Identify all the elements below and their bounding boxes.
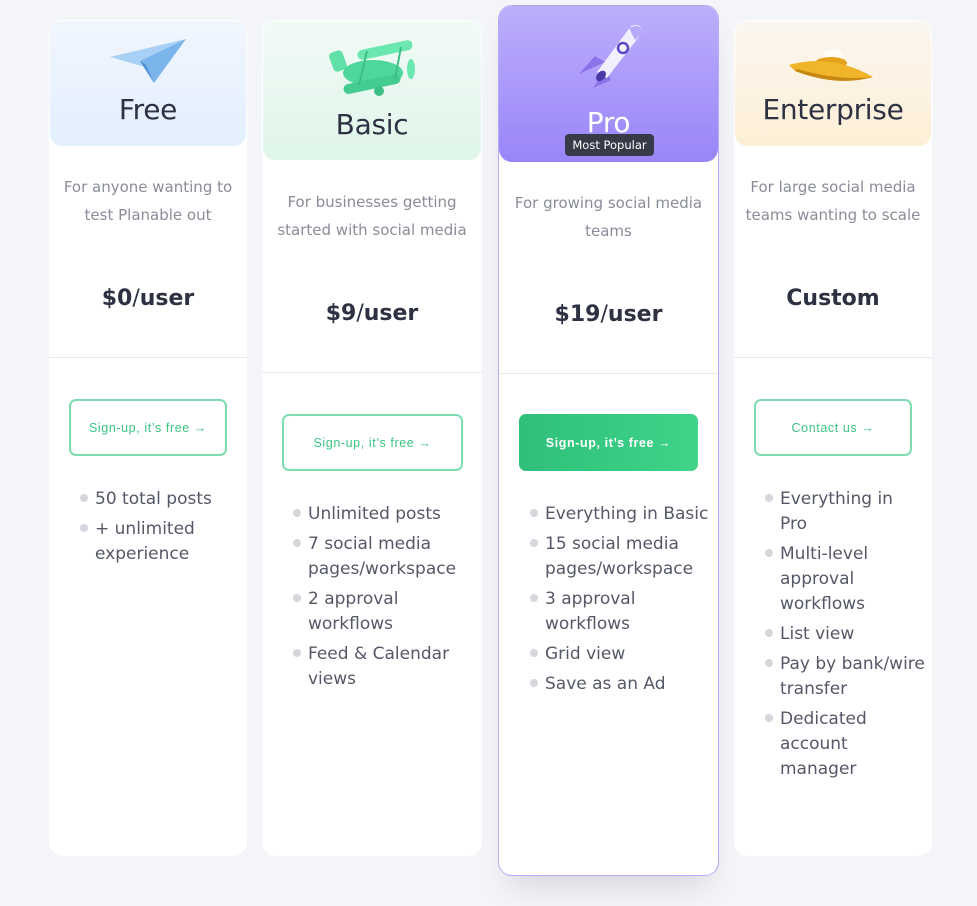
feature-text: Feed & Calendar views: [308, 644, 450, 689]
signup-button[interactable]: Sign-up, it’s free →: [282, 414, 463, 471]
feature-text: 2 approval workflows: [308, 589, 399, 634]
feature-list: Unlimited posts 7 social media pages/wor…: [293, 502, 478, 697]
feature-item: Save as an Ad: [530, 672, 716, 697]
feature-item: Feed & Calendar views: [293, 642, 478, 692]
price-amount: $0: [101, 286, 133, 311]
plan-description: For businesses getting started with soci…: [277, 193, 467, 239]
feature-item: 15 social media pages/workspace: [530, 532, 716, 582]
feature-text: Unlimited posts: [308, 504, 441, 524]
bullet-icon: [765, 549, 773, 557]
feature-text: Dedicated account manager: [780, 709, 867, 779]
bullet-icon: [530, 679, 538, 687]
bullet-icon: [765, 494, 773, 502]
plan-price: $9/user: [262, 301, 482, 326]
feature-text: 50 total posts: [95, 489, 212, 509]
plan-header-pro: Pro Most Popular: [499, 6, 718, 162]
feature-item: 2 approval workflows: [293, 587, 478, 637]
plan-price: Custom: [734, 286, 932, 311]
feature-text: Everything in Pro: [780, 489, 893, 534]
feature-list: 50 total posts + unlimited experience: [80, 487, 240, 572]
contact-us-button[interactable]: Contact us →: [754, 399, 912, 456]
price-amount: Custom: [786, 286, 880, 311]
feature-text: 15 social media pages/workspace: [545, 534, 694, 579]
feature-item: Grid view: [530, 642, 716, 667]
bullet-icon: [293, 509, 301, 517]
feature-text: 7 social media pages/workspace: [308, 534, 457, 579]
price-separator: /: [356, 301, 364, 326]
divider: [262, 372, 482, 373]
feature-text: Pay by bank/wire transfer: [780, 654, 925, 699]
bullet-icon: [530, 509, 538, 517]
signup-button[interactable]: Sign-up, it’s free →: [519, 414, 698, 471]
feature-text: Grid view: [545, 644, 626, 664]
plan-card-basic: Basic For businesses getting started wit…: [262, 20, 482, 856]
plan-price: $19/user: [499, 302, 718, 327]
paper-plane-icon: [110, 39, 186, 83]
plan-price: $0/user: [49, 286, 247, 311]
feature-text: 3 approval workflows: [545, 589, 636, 634]
bullet-icon: [293, 649, 301, 657]
feature-item: 50 total posts: [80, 487, 240, 512]
feature-item: + unlimited experience: [80, 517, 240, 567]
bullet-icon: [530, 594, 538, 602]
plan-description: For large social media teams wanting to …: [745, 178, 921, 224]
bullet-icon: [80, 524, 88, 532]
biplane-icon: [329, 40, 415, 96]
price-amount: $9: [325, 301, 357, 326]
plan-description: For anyone wanting to test Planable out: [63, 178, 233, 224]
signup-button[interactable]: Sign-up, it’s free →: [69, 399, 227, 456]
bullet-icon: [293, 594, 301, 602]
plan-card-free: Free For anyone wanting to test Planable…: [49, 20, 247, 856]
feature-item: 7 social media pages/workspace: [293, 532, 478, 582]
bullet-icon: [530, 649, 538, 657]
divider: [499, 373, 718, 374]
plan-description: For growing social media teams: [514, 194, 703, 240]
ufo-icon: [789, 49, 873, 81]
feature-item: Everything in Pro: [765, 487, 925, 537]
feature-item: Multi-level approval workflows: [765, 542, 925, 617]
plan-header-free: Free: [50, 21, 246, 146]
rocket-icon: [579, 25, 642, 88]
plan-name: Basic: [335, 108, 409, 141]
feature-item: Everything in Basic: [530, 502, 716, 527]
price-unit: user: [139, 286, 195, 311]
bullet-icon: [530, 539, 538, 547]
plan-name: Enterprise: [762, 93, 904, 126]
price-separator: /: [132, 286, 140, 311]
feature-text: Multi-level approval workflows: [780, 544, 869, 614]
feature-item: List view: [765, 622, 925, 647]
plan-card-pro: Pro Most Popular For growing social medi…: [498, 5, 719, 876]
feature-item: Pay by bank/wire transfer: [765, 652, 925, 702]
plan-card-enterprise: Enterprise For large social media teams …: [734, 20, 932, 856]
plan-header-basic: Basic: [263, 21, 481, 160]
feature-list: Everything in Pro Multi-level approval w…: [765, 487, 925, 787]
bullet-icon: [765, 714, 773, 722]
bullet-icon: [765, 659, 773, 667]
bullet-icon: [80, 494, 88, 502]
price-unit: user: [363, 301, 419, 326]
feature-text: Save as an Ad: [545, 674, 666, 694]
plan-name: Free: [118, 93, 178, 126]
feature-list: Everything in Basic 15 social media page…: [530, 502, 716, 702]
bullet-icon: [765, 629, 773, 637]
price-separator: /: [600, 302, 608, 327]
feature-item: Unlimited posts: [293, 502, 478, 527]
most-popular-badge: Most Popular: [565, 134, 654, 156]
bullet-icon: [293, 539, 301, 547]
divider: [734, 357, 932, 358]
feature-text: List view: [780, 624, 855, 644]
price-amount: $19: [554, 302, 601, 327]
plan-header-enterprise: Enterprise: [735, 21, 931, 146]
price-unit: user: [607, 302, 663, 327]
divider: [49, 357, 247, 358]
feature-item: Dedicated account manager: [765, 707, 925, 782]
feature-item: 3 approval workflows: [530, 587, 716, 637]
feature-text: + unlimited experience: [95, 519, 195, 564]
feature-text: Everything in Basic: [545, 504, 709, 524]
